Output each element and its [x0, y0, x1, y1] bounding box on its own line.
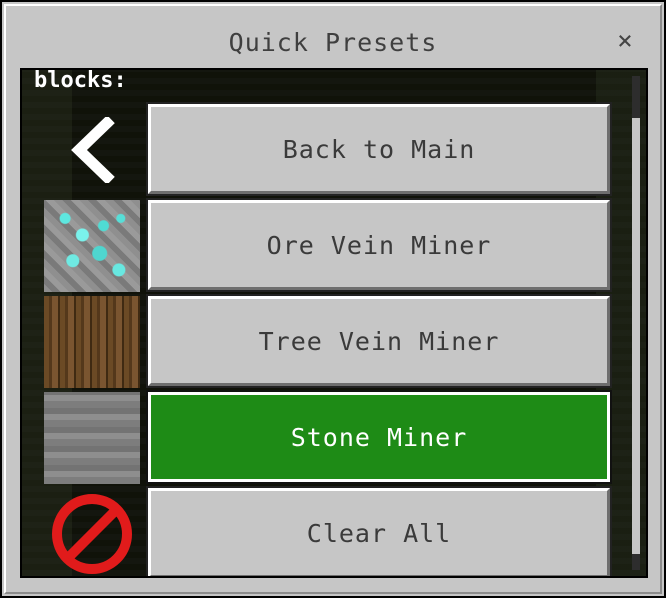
list-item: Stone Miner — [44, 390, 614, 484]
preset-list[interactable]: blocks: Back to Main Ore Vein Miner Tree… — [20, 68, 648, 578]
ore-vein-miner-button[interactable]: Ore Vein Miner — [146, 198, 612, 292]
scrollbar-track[interactable] — [632, 76, 640, 570]
list-item: Ore Vein Miner — [44, 198, 614, 292]
clear-all-button[interactable]: Clear All — [146, 486, 612, 576]
diamond-ore-icon — [44, 200, 140, 292]
oak-log-icon — [44, 296, 140, 388]
stone-block-icon — [44, 392, 140, 484]
list-item: Back to Main — [44, 102, 614, 196]
back-to-main-button[interactable]: Back to Main — [146, 102, 612, 196]
dialog-title: Quick Presets — [228, 28, 438, 57]
no-entry-icon — [44, 488, 140, 576]
quick-presets-dialog: Quick Presets × blocks: Back to Main Ore… — [0, 0, 666, 598]
scrollbar-thumb[interactable] — [632, 118, 640, 554]
list-item: Tree Vein Miner — [44, 294, 614, 388]
back-arrow-icon — [44, 104, 140, 196]
list-label: blocks: — [34, 68, 127, 93]
tree-vein-miner-button[interactable]: Tree Vein Miner — [146, 294, 612, 388]
close-icon[interactable]: × — [612, 26, 638, 56]
stone-miner-button[interactable]: Stone Miner — [146, 390, 612, 484]
list-item: Clear All — [44, 486, 614, 576]
